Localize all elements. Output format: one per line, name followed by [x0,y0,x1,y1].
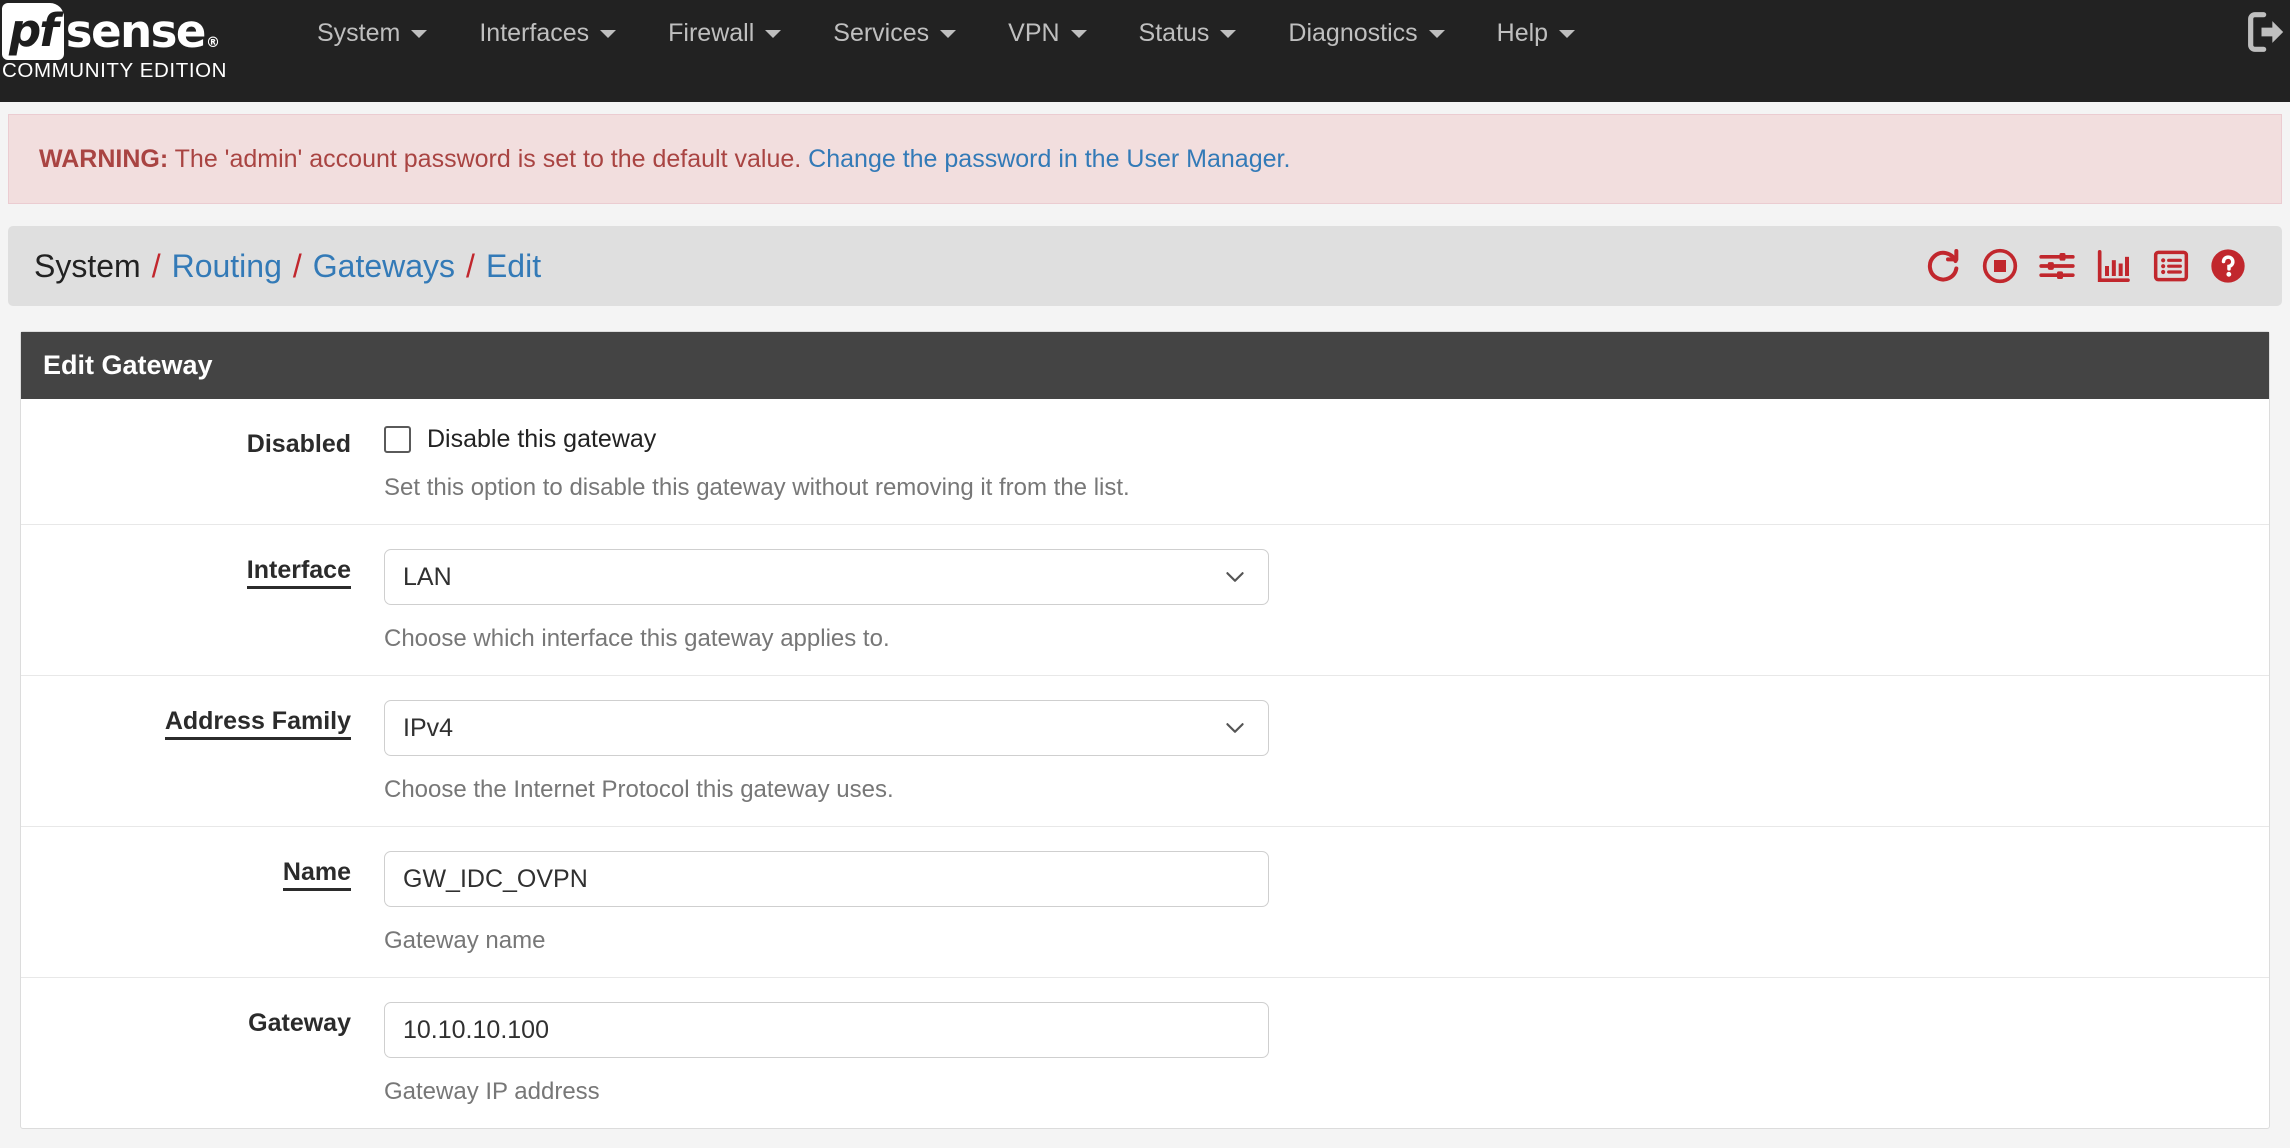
chevron-down-icon [1222,715,1248,741]
nav-item-system[interactable]: System [291,19,453,48]
interface-select-value: LAN [403,562,452,591]
field-control-interface: LAN Choose which interface this gateway … [376,549,2269,653]
stop-icon[interactable] [1980,246,2020,286]
nav-item-diagnostics[interactable]: Diagnostics [1262,19,1470,48]
bar-chart-icon[interactable] [2094,246,2134,286]
breadcrumb-separator: / [151,247,161,284]
help-circle-icon[interactable] [2208,246,2248,286]
nav-label: Diagnostics [1288,19,1418,47]
breadcrumb-link-edit[interactable]: Edit [486,248,541,285]
interface-select[interactable]: LAN [384,549,1269,605]
field-control-name: GW_IDC_OVPN Gateway name [376,851,2269,955]
breadcrumb-actions [1923,246,2256,286]
nav-menu: System Interfaces Firewall Services VPN … [275,0,2290,67]
gateway-ip-input[interactable]: 10.10.10.100 [384,1002,1269,1058]
field-control-address-family: IPv4 Choose the Internet Protocol this g… [376,700,2269,804]
breadcrumb-separator: / [292,247,302,284]
nav-item-services[interactable]: Services [807,19,982,48]
gateway-name-value: GW_IDC_OVPN [403,864,588,893]
breadcrumb-root: System [34,247,141,284]
field-label-address-family: Address Family [21,700,376,804]
chevron-down-icon [411,29,428,38]
pfsense-logo[interactable]: pf sense® [0,0,220,62]
breadcrumb-separator: / [466,247,475,284]
nav-item-help[interactable]: Help [1471,19,1601,48]
nav-label: System [317,19,401,47]
nav-label: Help [1496,19,1549,47]
help-text-interface: Choose which interface this gateway appl… [384,625,890,652]
registered-mark-icon: ® [205,34,220,51]
panel-container: Edit Gateway Disabled Disable this gatew… [0,306,2290,1129]
chevron-down-icon [1070,29,1087,38]
help-text-gateway: Gateway IP address [384,1078,600,1105]
logout-icon[interactable] [2240,6,2290,63]
chevron-down-icon [1220,29,1237,38]
panel-title: Edit Gateway [21,332,2269,399]
form-row-name: Name GW_IDC_OVPN Gateway name [21,827,2269,978]
chevron-down-icon [940,29,957,38]
nav-item-status[interactable]: Status [1113,19,1263,48]
help-text-address-family: Choose the Internet Protocol this gatewa… [384,776,894,803]
password-warning-banner: WARNING: The 'admin' account password is… [8,114,2282,204]
field-control-disabled: Disable this gateway Set this option to … [376,423,2269,502]
help-text-disabled: Set this option to disable this gateway … [384,474,1130,501]
chevron-down-icon [1559,29,1576,38]
breadcrumb-container: System / Routing / Gateways / Edit [0,204,2290,306]
chevron-down-icon [600,29,617,38]
warning-prefix: WARNING: [39,145,169,173]
alert-container: WARNING: The 'admin' account password is… [0,102,2290,204]
chevron-down-icon [1428,29,1445,38]
form-row-address-family: Address Family IPv4 Choose the Internet … [21,676,2269,827]
breadcrumb-link-routing[interactable]: Routing [172,248,282,285]
nav-label: VPN [1008,19,1060,47]
nav-label: Firewall [668,19,755,47]
address-family-select-value: IPv4 [403,713,454,742]
field-label-disabled: Disabled [246,430,351,458]
sliders-icon[interactable] [2037,246,2077,286]
breadcrumb-bar: System / Routing / Gateways / Edit [8,226,2282,306]
field-label-name: Name [21,851,376,955]
restart-icon[interactable] [1923,246,1963,286]
nav-label: Status [1138,19,1210,47]
help-text-name: Gateway name [384,927,546,954]
top-navbar: pf sense® COMMUNITY EDITION System Interf… [0,0,2290,102]
brand-subtitle: COMMUNITY EDITION [2,59,228,82]
nav-label: Interfaces [479,19,590,47]
disable-gateway-checkbox[interactable] [384,426,411,453]
warning-message: The 'admin' account password is set to t… [168,145,809,173]
field-label-interface: Interface [21,549,376,653]
logo-pf-badge: pf [2,2,64,60]
nav-item-vpn[interactable]: VPN [982,19,1112,48]
nav-item-interfaces[interactable]: Interfaces [453,19,642,48]
breadcrumb: System / Routing / Gateways / Edit [34,248,541,285]
form-row-gateway: Gateway 10.10.10.100 Gateway IP address [21,978,2269,1128]
chevron-down-icon [765,29,782,38]
form-row-disabled: Disabled Disable this gateway Set this o… [21,399,2269,525]
change-password-link[interactable]: Change the password in the User Manager. [808,145,1290,173]
address-family-select[interactable]: IPv4 [384,700,1269,756]
field-label-gateway: Gateway [248,1009,351,1037]
panel-body: Disabled Disable this gateway Set this o… [21,399,2269,1128]
logo-sense-text: sense® [65,4,220,58]
nav-item-firewall[interactable]: Firewall [642,19,807,48]
chevron-down-icon [1222,564,1248,590]
disable-gateway-checkbox-row[interactable]: Disable this gateway [384,423,2269,454]
brand-logo-block[interactable]: pf sense® COMMUNITY EDITION [0,0,275,83]
nav-label: Services [833,19,930,47]
field-control-gateway: 10.10.10.100 Gateway IP address [376,1002,2269,1106]
edit-gateway-panel: Edit Gateway Disabled Disable this gatew… [20,331,2270,1129]
gateway-ip-value: 10.10.10.100 [403,1015,549,1044]
checkbox-label: Disable this gateway [427,425,657,453]
breadcrumb-link-gateways[interactable]: Gateways [313,248,455,285]
form-row-interface: Interface LAN Choose which interface thi… [21,525,2269,676]
navbar-right [2240,6,2290,62]
gateway-name-input[interactable]: GW_IDC_OVPN [384,851,1269,907]
list-icon[interactable] [2151,246,2191,286]
